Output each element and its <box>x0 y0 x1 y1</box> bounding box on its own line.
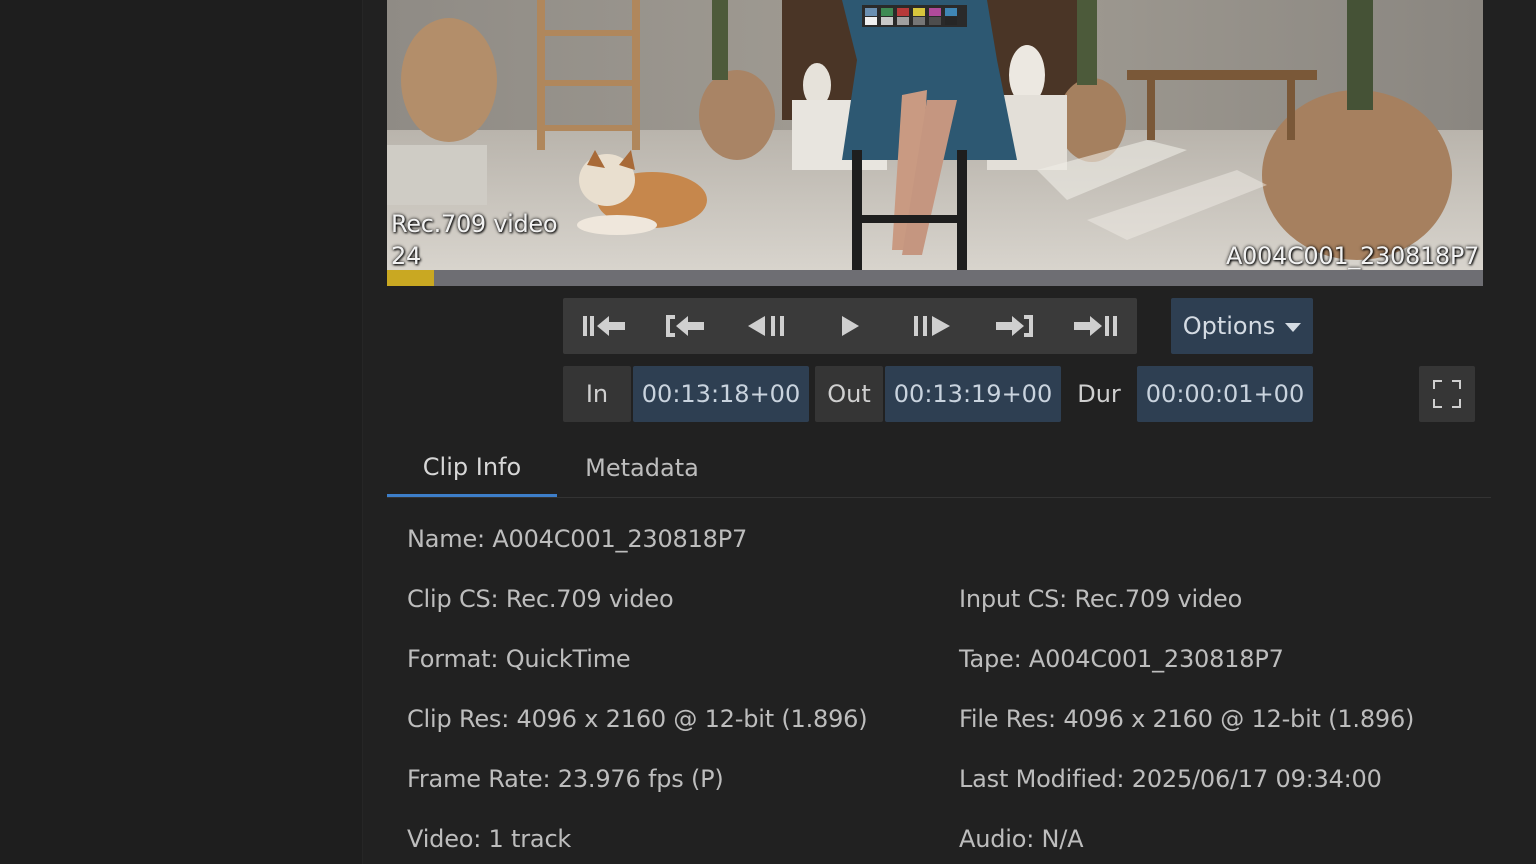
clip-name-info: Name: A004C001_230818P7 <box>407 525 748 553</box>
last-modified-info: Last Modified: 2025/06/17 09:34:00 <box>959 765 1382 793</box>
options-label: Options <box>1182 312 1276 340</box>
play-button[interactable] <box>809 298 891 354</box>
go-to-start-icon <box>583 316 625 336</box>
out-point-button[interactable]: Out <box>815 366 883 422</box>
format-info: Format: QuickTime <box>407 645 631 673</box>
options-dropdown[interactable]: Options <box>1171 298 1313 354</box>
tab-clip-info[interactable]: Clip Info <box>387 440 557 497</box>
transport-controls <box>563 298 1137 354</box>
duration-label: Dur <box>1077 380 1121 408</box>
in-point-button[interactable]: In <box>563 366 631 422</box>
scrub-bar-progress <box>387 270 435 286</box>
viewer-colorspace-label: Rec.709 video <box>391 210 558 238</box>
go-to-in-icon <box>666 315 704 337</box>
step-back-icon <box>748 316 784 336</box>
audio-info: Audio: N/A <box>959 825 1084 853</box>
viewer-framerate-label: 24 <box>391 242 421 270</box>
left-panel <box>0 0 363 864</box>
play-icon <box>842 316 859 336</box>
fullscreen-button[interactable] <box>1419 366 1475 422</box>
go-to-start-button[interactable] <box>563 298 645 354</box>
duration-timecode-field[interactable]: 00:00:01+00 <box>1137 366 1313 422</box>
go-to-end-button[interactable] <box>1055 298 1137 354</box>
go-to-end-icon <box>1074 316 1117 336</box>
go-to-out-icon <box>996 315 1033 337</box>
go-to-out-button[interactable] <box>973 298 1055 354</box>
input-cs-info: Input CS: Rec.709 video <box>959 585 1243 613</box>
step-back-button[interactable] <box>727 298 809 354</box>
out-timecode-field[interactable]: 00:13:19+00 <box>885 366 1061 422</box>
file-res-info: File Res: 4096 x 2160 @ 12-bit (1.896) <box>959 705 1415 733</box>
tape-info: Tape: A004C001_230818P7 <box>959 645 1284 673</box>
go-to-in-button[interactable] <box>645 298 727 354</box>
clip-cs-info: Clip CS: Rec.709 video <box>407 585 674 613</box>
info-tabs: Clip Info Metadata <box>387 440 1491 498</box>
viewer-clip-name-label: A004C001_230818P7 <box>1225 242 1479 270</box>
tab-metadata[interactable]: Metadata <box>557 440 727 496</box>
scrub-bar[interactable] <box>387 270 1483 286</box>
fullscreen-icon <box>1433 380 1461 408</box>
in-timecode-field[interactable]: 00:13:18+00 <box>633 366 809 422</box>
chevron-down-icon <box>1285 322 1302 332</box>
step-forward-icon <box>914 316 950 336</box>
step-forward-button[interactable] <box>891 298 973 354</box>
frame-rate-info: Frame Rate: 23.976 fps (P) <box>407 765 724 793</box>
clip-res-info: Clip Res: 4096 x 2160 @ 12-bit (1.896) <box>407 705 868 733</box>
video-info: Video: 1 track <box>407 825 572 853</box>
